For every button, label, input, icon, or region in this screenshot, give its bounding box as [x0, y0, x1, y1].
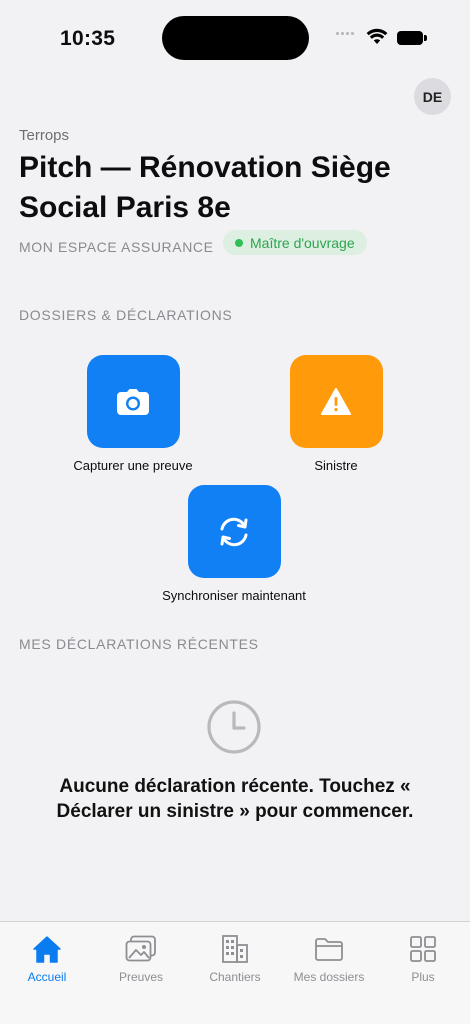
capture-proof-tile[interactable] — [86, 355, 180, 448]
capture-proof-label: Capturer une preuve — [73, 458, 193, 473]
clock-icon — [206, 699, 262, 755]
sinistre-label: Sinistre — [314, 458, 358, 473]
camera-icon — [117, 388, 149, 415]
tab-bar: Accueil Preuves Chantiers Mes dossiers P… — [0, 921, 470, 1024]
page-title: Pitch — Rénovation Siège Social Paris 8e — [19, 151, 391, 224]
warning-icon — [321, 388, 351, 415]
empty-state-message: Aucune déclaration récente. Touchez « Dé… — [56, 776, 414, 822]
wifi-icon — [366, 28, 388, 44]
sync-now-button[interactable]: Synchroniser maintenant — [134, 485, 334, 603]
status-bar: 10:35 — [0, 0, 470, 78]
section-title-recent: MES DÉCLARATIONS RÉCENTES — [19, 636, 259, 652]
battery-icon — [397, 31, 427, 45]
capture-proof-button[interactable]: Capturer une preuve — [43, 355, 223, 473]
sync-now-label: Synchroniser maintenant — [162, 588, 306, 603]
tab-plus[interactable]: Plus — [378, 934, 468, 984]
page-subtitle: MON ESPACE ASSURANCE — [19, 239, 214, 255]
avatar[interactable]: DE — [414, 78, 451, 115]
role-badge: Maître d'ouvrage — [223, 230, 367, 255]
status-dot — [235, 238, 243, 247]
tab-label: Mes dossiers — [293, 970, 365, 984]
dynamic-island — [162, 16, 309, 60]
tab-preuves[interactable]: Preuves — [96, 934, 186, 984]
tab-chantiers[interactable]: Chantiers — [190, 934, 280, 984]
building-icon — [222, 935, 248, 963]
tab-label: Chantiers — [209, 970, 261, 984]
org-name: Terrops — [19, 127, 70, 144]
sinistre-button[interactable]: Sinistre — [246, 355, 426, 473]
tab-label: Accueil — [27, 970, 67, 984]
sync-now-tile[interactable] — [187, 485, 281, 578]
tab-label: Plus — [411, 970, 435, 984]
home-icon — [33, 936, 61, 963]
section-title-dossiers: DOSSIERS & DÉCLARATIONS — [19, 307, 233, 323]
photo-icon — [125, 935, 156, 962]
folder-icon — [315, 938, 343, 961]
tab-mes-dossiers[interactable]: Mes dossiers — [284, 934, 374, 984]
grid-icon — [410, 936, 436, 962]
sync-icon — [220, 517, 248, 546]
sinistre-tile[interactable] — [289, 355, 383, 448]
status-time: 10:35 — [60, 27, 116, 50]
tab-label: Preuves — [118, 970, 164, 984]
tab-accueil[interactable]: Accueil — [2, 934, 92, 984]
role-badge-label: Maître d'ouvrage — [250, 234, 355, 251]
cellular-signal-icon — [336, 32, 354, 35]
